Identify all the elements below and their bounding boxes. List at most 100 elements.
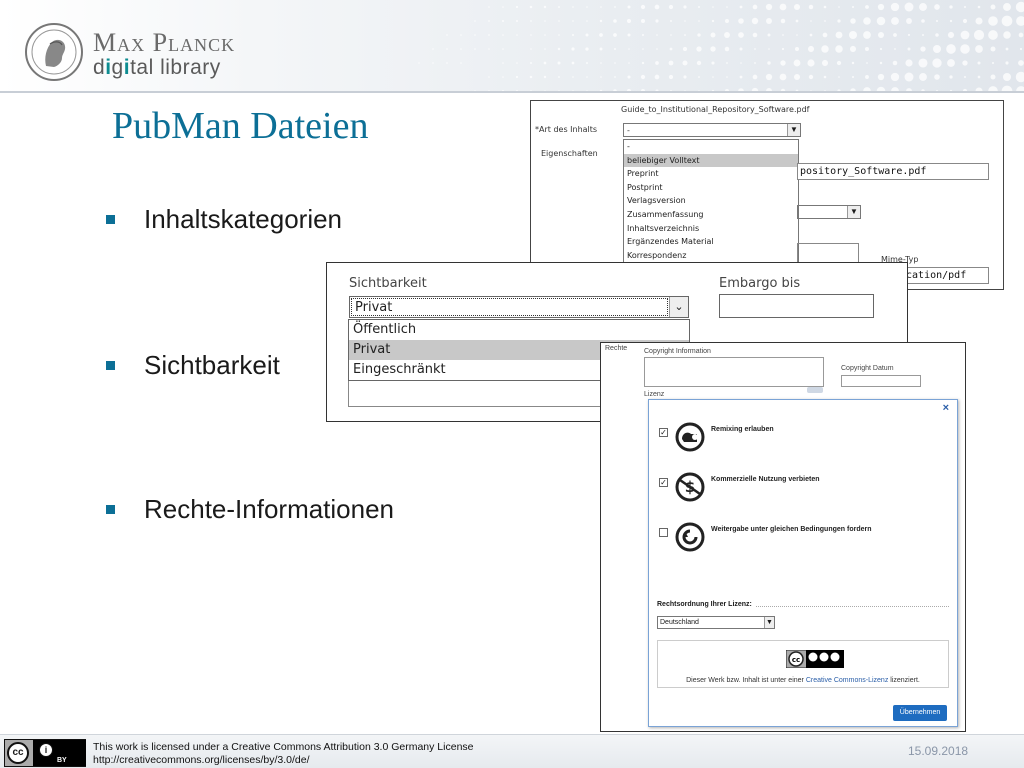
pattern-dot (558, 20, 560, 22)
pattern-dot (712, 76, 714, 78)
content-type-option[interactable]: - (624, 140, 798, 154)
checkbox[interactable] (659, 528, 668, 537)
pattern-dot (4, 616, 10, 622)
content-type-select-value: - (627, 126, 630, 135)
pattern-dot (474, 34, 476, 36)
copyright-info-field[interactable] (644, 357, 824, 387)
close-icon[interactable]: × (943, 402, 949, 414)
pattern-dot (891, 17, 899, 25)
bullet-sichtbarkeit: Sichtbarkeit (106, 350, 280, 381)
visibility-option[interactable]: Öffentlich (349, 320, 689, 340)
visibility-select-value: Privat (351, 298, 668, 316)
pattern-dot (5, 519, 9, 523)
pattern-dot (48, 562, 50, 564)
pattern-dot (793, 59, 801, 67)
pattern-dot (960, 44, 970, 54)
apply-button[interactable]: Übernehmen (893, 705, 947, 721)
pattern-dot (765, 3, 773, 11)
cc-icon: cc (7, 742, 29, 764)
pattern-dot (4, 602, 10, 608)
pattern-dot (33, 561, 37, 565)
pattern-dot (698, 76, 700, 78)
pattern-dot (76, 576, 78, 578)
license-line-1: This work is licensed under a Creative C… (93, 741, 474, 753)
pattern-dot (90, 548, 92, 550)
filename-field[interactable]: pository_Software.pdf (797, 163, 989, 180)
pattern-dot (19, 701, 23, 705)
pattern-dot (585, 47, 589, 51)
chevron-down-icon[interactable]: ⌄ (669, 297, 688, 317)
pattern-dot (48, 478, 50, 480)
pattern-dot (571, 61, 575, 65)
checkbox[interactable]: ✓ (659, 478, 668, 487)
license-url[interactable]: http://creativecommons.org/licenses/by/3… (93, 754, 474, 767)
chevron-down-icon[interactable]: ▼ (847, 206, 860, 218)
pattern-dot (767, 61, 771, 65)
pattern-dot (48, 464, 50, 466)
secondary-select[interactable]: ▼ (797, 205, 861, 219)
embargo-date-field[interactable] (719, 294, 874, 318)
pattern-dot (33, 687, 37, 691)
pattern-dot (975, 17, 983, 25)
content-type-option[interactable]: Inhaltsverzeichnis (624, 222, 798, 236)
content-type-option[interactable]: Postprint (624, 181, 798, 195)
pattern-dot (432, 62, 434, 64)
content-type-option[interactable]: Verlagsversion (624, 194, 798, 208)
pattern-dot (48, 590, 50, 592)
content-type-option[interactable]: Preprint (624, 167, 798, 181)
pattern-dot (933, 45, 941, 53)
pattern-dot (907, 33, 911, 37)
bullet-rechte-informationen: Rechte-Informationen (106, 494, 394, 525)
pattern-dot (515, 75, 519, 79)
pattern-dot (712, 6, 714, 8)
content-type-option[interactable]: Ergänzendes Material (624, 235, 798, 249)
pattern-dot (849, 45, 857, 53)
rights-label: Rechte (605, 345, 628, 352)
mime-type-field[interactable]: ication/pdf (897, 267, 989, 284)
pattern-dot (696, 60, 702, 66)
pattern-dot (48, 576, 50, 578)
copyright-helper-button[interactable] (807, 387, 823, 393)
pattern-dot (850, 18, 856, 24)
pattern-dot (90, 688, 92, 690)
license-option-remix[interactable]: ✓ Remixing erlauben (659, 422, 949, 462)
pattern-dot (515, 5, 519, 9)
visibility-select[interactable]: Privat ⌄ (349, 296, 689, 318)
pattern-dot (18, 644, 24, 650)
content-type-label: *Art des Inhalts (535, 125, 598, 134)
content-type-option[interactable]: Zusammenfassung (624, 208, 798, 222)
pattern-dot (670, 34, 672, 36)
copyright-date-label: Copyright Datum (841, 365, 894, 372)
chevron-down-icon[interactable]: ▼ (787, 124, 800, 136)
pattern-dot (558, 6, 560, 8)
pattern-dot (76, 506, 78, 508)
embargo-label: Embargo bis (719, 276, 801, 291)
pattern-dot (838, 6, 840, 8)
license-option-sharealike[interactable]: Weitergabe unter gleichen Bedingungen fo… (659, 522, 949, 562)
pattern-dot (810, 20, 812, 22)
content-type-option[interactable]: Korrespondenz (624, 249, 798, 263)
jurisdiction-select-value: Deutschland (660, 619, 699, 626)
pattern-dot (697, 33, 701, 37)
pattern-dot (809, 33, 813, 37)
pattern-dot (6, 562, 8, 564)
pattern-dot (904, 2, 914, 12)
bullet-inhaltskategorien: Inhaltskategorien (106, 204, 342, 235)
pattern-dot (848, 30, 858, 40)
license-option-noncommercial[interactable]: ✓ $ Kommerzielle Nutzung verbieten (659, 472, 949, 512)
pattern-dot (488, 20, 490, 22)
content-type-option[interactable]: beliebiger Volltext (624, 153, 798, 168)
pattern-dot (781, 47, 785, 51)
pattern-dot (76, 618, 78, 620)
jurisdiction-select[interactable]: Deutschland ▼ (657, 616, 775, 629)
pattern-dot (627, 33, 631, 37)
pattern-dot (922, 34, 924, 36)
checkbox[interactable]: ✓ (659, 428, 668, 437)
chevron-down-icon[interactable]: ▼ (764, 617, 774, 628)
content-type-select[interactable]: - ▼ (623, 123, 801, 137)
pattern-dot (835, 31, 843, 39)
copyright-date-field[interactable] (841, 375, 921, 387)
pattern-dot (780, 60, 786, 66)
pattern-dot (6, 548, 8, 550)
cc-license-link[interactable]: Creative Commons-Lizenz (806, 677, 888, 684)
